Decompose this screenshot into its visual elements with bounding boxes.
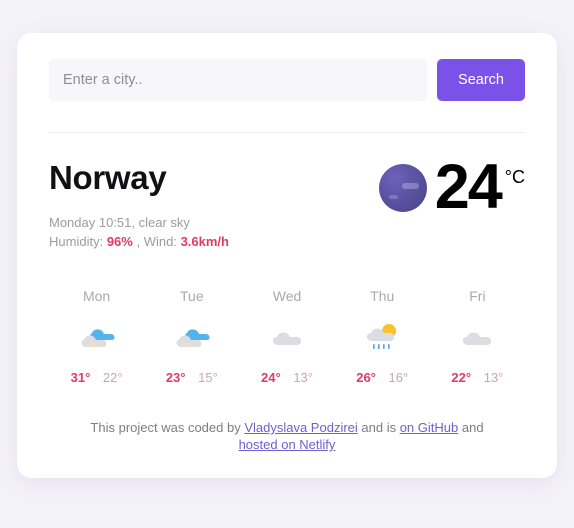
footer-conjunction: and xyxy=(458,420,484,435)
forecast-temp-min: 13° xyxy=(483,370,504,385)
humidity-value: 96% xyxy=(106,234,133,249)
forecast-day-temps: 24° 13° xyxy=(239,370,334,385)
city-name: Norway xyxy=(49,159,167,196)
footer-credits: This project was coded by Vladyslava Pod… xyxy=(49,419,525,453)
wind-value: 3.6km/h xyxy=(180,234,229,249)
forecast-day-label: Tue xyxy=(180,288,204,304)
forecast-temp-max: 22° xyxy=(451,370,472,385)
forecast-day: Wed 24° 13° xyxy=(239,288,334,385)
sun-behind-rain-cloud-icon xyxy=(335,318,430,362)
forecast-temp-min: 22° xyxy=(102,370,123,385)
forecast-temp-max: 23° xyxy=(165,370,186,385)
forecast-temp-min: 16° xyxy=(388,370,409,385)
temperature-unit: °C xyxy=(504,167,525,187)
footer-middle: and is xyxy=(357,420,400,435)
forecast-day-temps: 31° 22° xyxy=(49,370,144,385)
search-form: Search xyxy=(49,59,525,101)
cloud-icon xyxy=(430,318,525,362)
forecast-row: Mon 31° 22° Tue 23° 15° Wed 24° 13° Thu … xyxy=(49,288,525,385)
cloud-icon xyxy=(239,318,334,362)
datetime-description: Monday 10:51, clear sky xyxy=(49,215,190,230)
current-temperature: 24 xyxy=(434,152,503,222)
humidity-label: Humidity: xyxy=(49,234,104,249)
current-conditions: Monday 10:51, clear sky Humidity: 96% , … xyxy=(49,213,229,251)
wind-label: , Wind: xyxy=(136,234,177,249)
forecast-day: Tue 23° 15° xyxy=(144,288,239,385)
forecast-day-label: Wed xyxy=(272,288,302,304)
moon-clear-icon xyxy=(378,163,427,212)
cloud-behind-cloud-icon xyxy=(144,318,239,362)
forecast-temp-min: 13° xyxy=(293,370,313,385)
forecast-temp-max: 24° xyxy=(261,370,281,385)
forecast-temp-max: 26° xyxy=(356,370,376,385)
forecast-day: Thu 26° 16° xyxy=(335,288,430,385)
divider xyxy=(49,132,525,133)
forecast-day-label: Fri xyxy=(469,288,486,304)
footer-prefix: This project was coded by xyxy=(90,420,245,435)
humidity-wind-line: Humidity: 96% , Wind: 3.6km/h xyxy=(49,232,229,251)
current-weather-info: Norway Monday 10:51, clear sky Humidity:… xyxy=(49,159,229,251)
cloud-behind-cloud-icon xyxy=(49,318,144,362)
forecast-day: Fri 22° 13° xyxy=(430,288,525,385)
weather-card: Search Norway Monday 10:51, clear sky Hu… xyxy=(17,33,557,478)
current-weather: Norway Monday 10:51, clear sky Humidity:… xyxy=(49,152,525,251)
forecast-day: Mon 31° 22° xyxy=(49,288,144,385)
forecast-day-temps: 23° 15° xyxy=(144,370,239,385)
forecast-day-label: Mon xyxy=(82,288,111,304)
search-input[interactable] xyxy=(49,59,428,101)
forecast-day-label: Thu xyxy=(370,288,395,304)
forecast-temp-min: 15° xyxy=(198,370,218,385)
forecast-temp-max: 31° xyxy=(70,370,91,385)
netlify-link[interactable]: hosted on Netlify xyxy=(239,437,336,452)
github-link[interactable]: on GitHub xyxy=(400,420,459,435)
current-temperature-block: 24 °C xyxy=(378,152,525,222)
forecast-day-temps: 26° 16° xyxy=(335,370,430,385)
author-link[interactable]: Vladyslava Podzirei xyxy=(244,420,357,435)
forecast-day-temps: 22° 13° xyxy=(430,370,525,385)
search-button[interactable]: Search xyxy=(437,59,525,101)
